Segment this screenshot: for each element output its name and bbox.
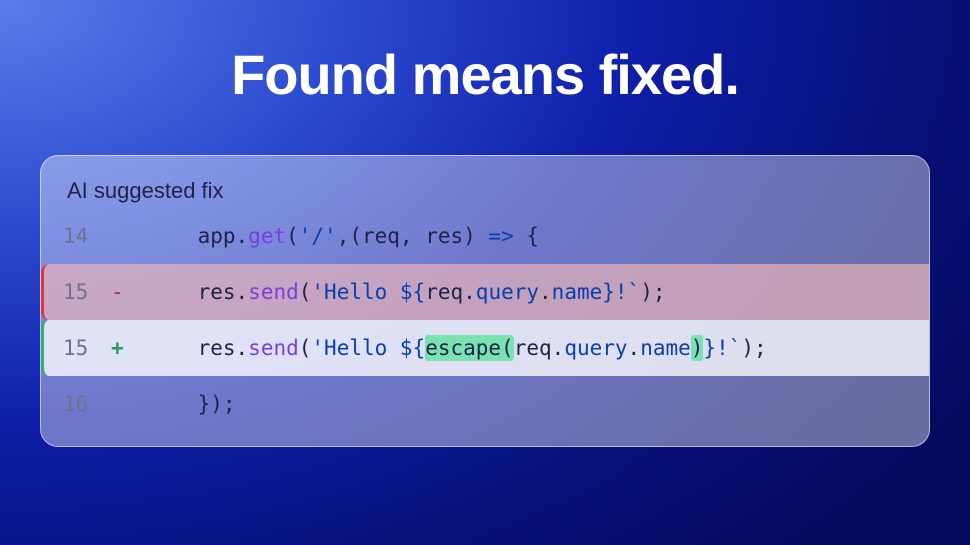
suggestion-card: AI suggested fix 14 app.get('/',(req, re…: [40, 155, 930, 447]
inline-change-highlight: escape(: [425, 335, 514, 361]
line-number: 14: [63, 226, 111, 247]
inline-change-highlight: ): [691, 335, 704, 361]
diff-block: 14 app.get('/',(req, res) => {15- res.se…: [41, 208, 929, 432]
diff-line-deleted: 15- res.send('Hello ${req.query.name}!`)…: [41, 264, 929, 320]
code-content: app.get('/',(req, res) => {: [147, 226, 539, 247]
line-number: 15: [63, 338, 111, 359]
line-number: 16: [63, 394, 111, 415]
line-number: 15: [63, 282, 111, 303]
code-content: res.send('Hello ${req.query.name}!`);: [147, 282, 665, 303]
diff-line-ctx: 14 app.get('/',(req, res) => {: [41, 208, 929, 264]
diff-line-added: 15+ res.send('Hello ${escape(req.query.n…: [41, 320, 929, 376]
headline: Found means fixed.: [0, 42, 970, 107]
minus-icon: -: [111, 282, 147, 303]
code-content: });: [147, 394, 236, 415]
code-content: res.send('Hello ${escape(req.query.name)…: [147, 338, 767, 359]
diff-line-ctx: 16 });: [41, 376, 929, 432]
card-title: AI suggested fix: [41, 178, 929, 208]
plus-icon: +: [111, 338, 147, 359]
